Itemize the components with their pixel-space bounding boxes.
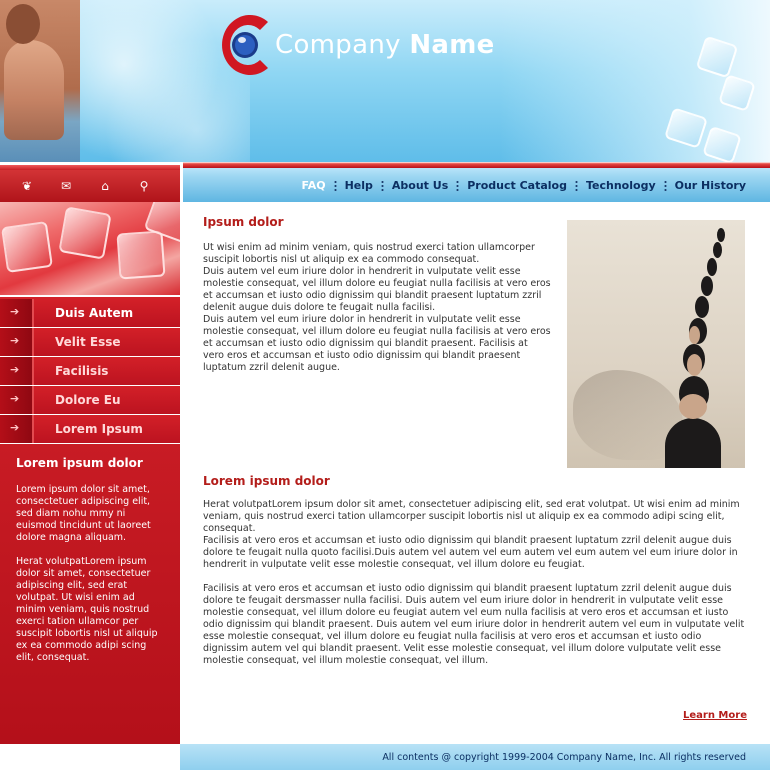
header-model-photo [0, 0, 80, 162]
sidebar-ice-photo [0, 202, 180, 297]
sidebar-item-label: Facilisis [55, 364, 109, 378]
mail-icon[interactable]: ✉ [57, 179, 75, 193]
sidebar-item-lorem-ipsum[interactable]: ➔ Lorem Ipsum [0, 415, 180, 444]
home-icon[interactable]: ⌂ [96, 179, 114, 193]
header-banner: Company Name [0, 0, 770, 162]
search-icon[interactable]: ⚲ [135, 179, 153, 193]
footer-left [0, 744, 180, 770]
sidebar-item-duis-autem[interactable]: ➔ Duis Autem [0, 299, 180, 328]
arrow-right-icon: ➔ [10, 305, 20, 318]
footer: All contents @ copyright 1999-2004 Compa… [180, 744, 770, 770]
sidebar: ➔ Duis Autem ➔ Velit Esse ➔ Facilisis ➔ … [0, 202, 180, 744]
sidebar-menu: ➔ Duis Autem ➔ Velit Esse ➔ Facilisis ➔ … [0, 299, 180, 444]
arrow-right-icon: ➔ [10, 392, 20, 405]
main-content: Ipsum dolor Ut wisi enim ad minim veniam… [183, 202, 770, 744]
top-nav-bar: FAQ Help About Us Product Catalog Techno… [183, 162, 770, 202]
section-heading: Lorem ipsum dolor [203, 474, 330, 488]
home-alt-icon[interactable]: ❦ [18, 179, 36, 193]
sidebar-copy: Lorem ipsum dolor Lorem ipsum dolor sit … [16, 456, 166, 676]
sidebar-paragraph: Herat volutpatLorem ipsum dolor sit amet… [16, 556, 158, 663]
arrow-right-icon: ➔ [10, 363, 20, 376]
copyright-text: All contents @ copyright 1999-2004 Compa… [382, 752, 746, 763]
sidebar-item-label: Duis Autem [55, 306, 134, 320]
nav-link-our-history[interactable]: Our History [675, 179, 746, 192]
company-name-bold: Name [409, 30, 495, 60]
logo-c-icon [222, 15, 268, 76]
company-name: Company Name [275, 30, 495, 60]
arrow-right-icon: ➔ [10, 421, 20, 434]
section-paragraph: Herat volutpatLorem ipsum dolor sit amet… [203, 499, 740, 570]
section-paragraph: Ut wisi enim ad minim veniam, quis nostr… [203, 242, 551, 373]
nav-link-faq[interactable]: FAQ [301, 179, 325, 192]
nav-link-help[interactable]: Help [345, 179, 373, 192]
nav-link-technology[interactable]: Technology [586, 179, 656, 192]
nav-link-about-us[interactable]: About Us [392, 179, 448, 192]
sidebar-item-label: Dolore Eu [55, 393, 121, 407]
learn-more-link[interactable]: Learn More [683, 710, 747, 721]
sidebar-item-label: Velit Esse [55, 335, 121, 349]
section-text: Ut wisi enim ad minim veniam, quis nostr… [203, 242, 551, 374]
icon-nav-bar: ❦ ✉ ⌂ ⚲ [0, 162, 180, 202]
arrow-right-icon: ➔ [10, 334, 20, 347]
sidebar-item-facilisis[interactable]: ➔ Facilisis [0, 357, 180, 386]
company-logo[interactable] [216, 12, 274, 78]
section-heading: Ipsum dolor [203, 215, 284, 229]
sidebar-item-label: Lorem Ipsum [55, 422, 143, 436]
company-name-light: Company [275, 30, 401, 60]
team-photo [567, 220, 745, 468]
section-text: Herat volutpatLorem ipsum dolor sit amet… [203, 499, 745, 679]
sidebar-paragraph: Lorem ipsum dolor sit amet, consectetuer… [16, 484, 151, 543]
nav-link-product-catalog[interactable]: Product Catalog [467, 179, 567, 192]
section-paragraph: Facilisis at vero eros et accumsan et iu… [203, 583, 745, 666]
sidebar-item-dolore-eu[interactable]: ➔ Dolore Eu [0, 386, 180, 415]
sidebar-item-velit-esse[interactable]: ➔ Velit Esse [0, 328, 180, 357]
sidebar-heading: Lorem ipsum dolor [16, 456, 143, 470]
